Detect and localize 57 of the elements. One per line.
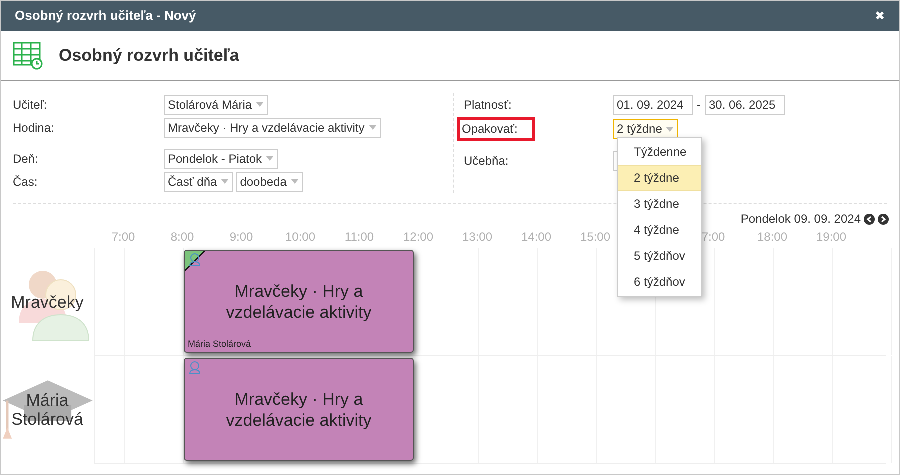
page-title: Osobný rozvrh učiteľa: [59, 44, 240, 67]
hour-label: 10:00: [285, 230, 316, 244]
event-block[interactable]: Mravčeky · Hry a vzdelávacie aktivity Mária Stolárová: [184, 250, 414, 353]
caret-icon: [221, 179, 230, 184]
dropdown-option[interactable]: 5 týždňov: [618, 243, 701, 269]
caret-icon: [256, 102, 264, 107]
hour-label: 15:00: [580, 230, 611, 244]
person-icon: [188, 361, 202, 375]
event-block[interactable]: Mravčeky · Hry a vzdelávacie aktivity: [184, 358, 414, 461]
previous-button[interactable]: [864, 214, 875, 224]
range-separator: -: [697, 97, 701, 114]
dropdown-option[interactable]: 6 týždňov: [618, 269, 701, 295]
hour-label: 13:00: [462, 230, 493, 244]
field-label: Učebňa:: [463, 153, 510, 170]
calendar-clock-icon: [13, 42, 43, 70]
select-field[interactable]: 2 týždne: [613, 119, 678, 139]
event-title: Mravčeky · Hry a vzdelávacie aktivity: [225, 388, 373, 430]
person-icon: [188, 253, 202, 267]
date-label: Pondelok 09. 09. 2024: [740, 211, 861, 228]
window-title: Osobný rozvrh učiteľa - Nový: [15, 7, 196, 26]
event-title: Mravčeky · Hry a vzdelávacie aktivity: [225, 280, 373, 322]
field-label: Deň:: [13, 150, 40, 168]
hour-label: 19:00: [816, 230, 847, 244]
caret-icon: [368, 125, 377, 130]
hour-label: 7:00: [702, 230, 726, 244]
hour-label: 18:00: [757, 230, 788, 244]
hour-label: 7:00: [112, 230, 136, 244]
close-button[interactable]: ✖: [875, 10, 885, 22]
field-label: Čas:: [13, 174, 39, 190]
select-field[interactable]: Mravčeky · Hry a vzdelávacie aktivity: [164, 118, 381, 138]
field-label: Učiteľ:: [13, 96, 48, 114]
row-label: Mária Stolárová: [10, 391, 84, 429]
dropdown-option[interactable]: 2 týždne: [618, 165, 701, 191]
dropdown-option[interactable]: 3 týždne: [618, 191, 701, 217]
hour-label: 9:00: [230, 230, 254, 244]
dropdown-option[interactable]: Týždenne: [618, 139, 701, 165]
caret-icon: [290, 179, 299, 184]
event-teacher: Mária Stolárová: [188, 338, 252, 350]
select-field[interactable]: doobeda: [236, 172, 303, 192]
hour-label: 14:00: [521, 230, 552, 244]
field-label: Platnosť:: [463, 97, 513, 114]
row-label: Mravčeky: [11, 292, 84, 312]
select-field[interactable]: Časť dňa: [164, 172, 234, 192]
caret-icon: [666, 126, 674, 132]
hour-label: 8:00: [170, 230, 194, 244]
field-label: Opakovať:: [457, 117, 535, 141]
date-field[interactable]: 30. 06. 2025: [705, 95, 785, 115]
select-field[interactable]: Stolárová Mária: [164, 94, 268, 114]
select-field[interactable]: Pondelok - Piatok: [164, 148, 278, 168]
corner-marker: [185, 251, 205, 271]
hour-label: 12:00: [403, 230, 434, 244]
hour-label: 11:00: [344, 230, 374, 244]
field-label: Hodina:: [13, 120, 56, 136]
date-field[interactable]: 01. 09. 2024: [613, 95, 693, 115]
next-button[interactable]: [878, 214, 889, 224]
dropdown-option[interactable]: 4 týždne: [618, 217, 701, 243]
caret-icon: [266, 156, 274, 161]
